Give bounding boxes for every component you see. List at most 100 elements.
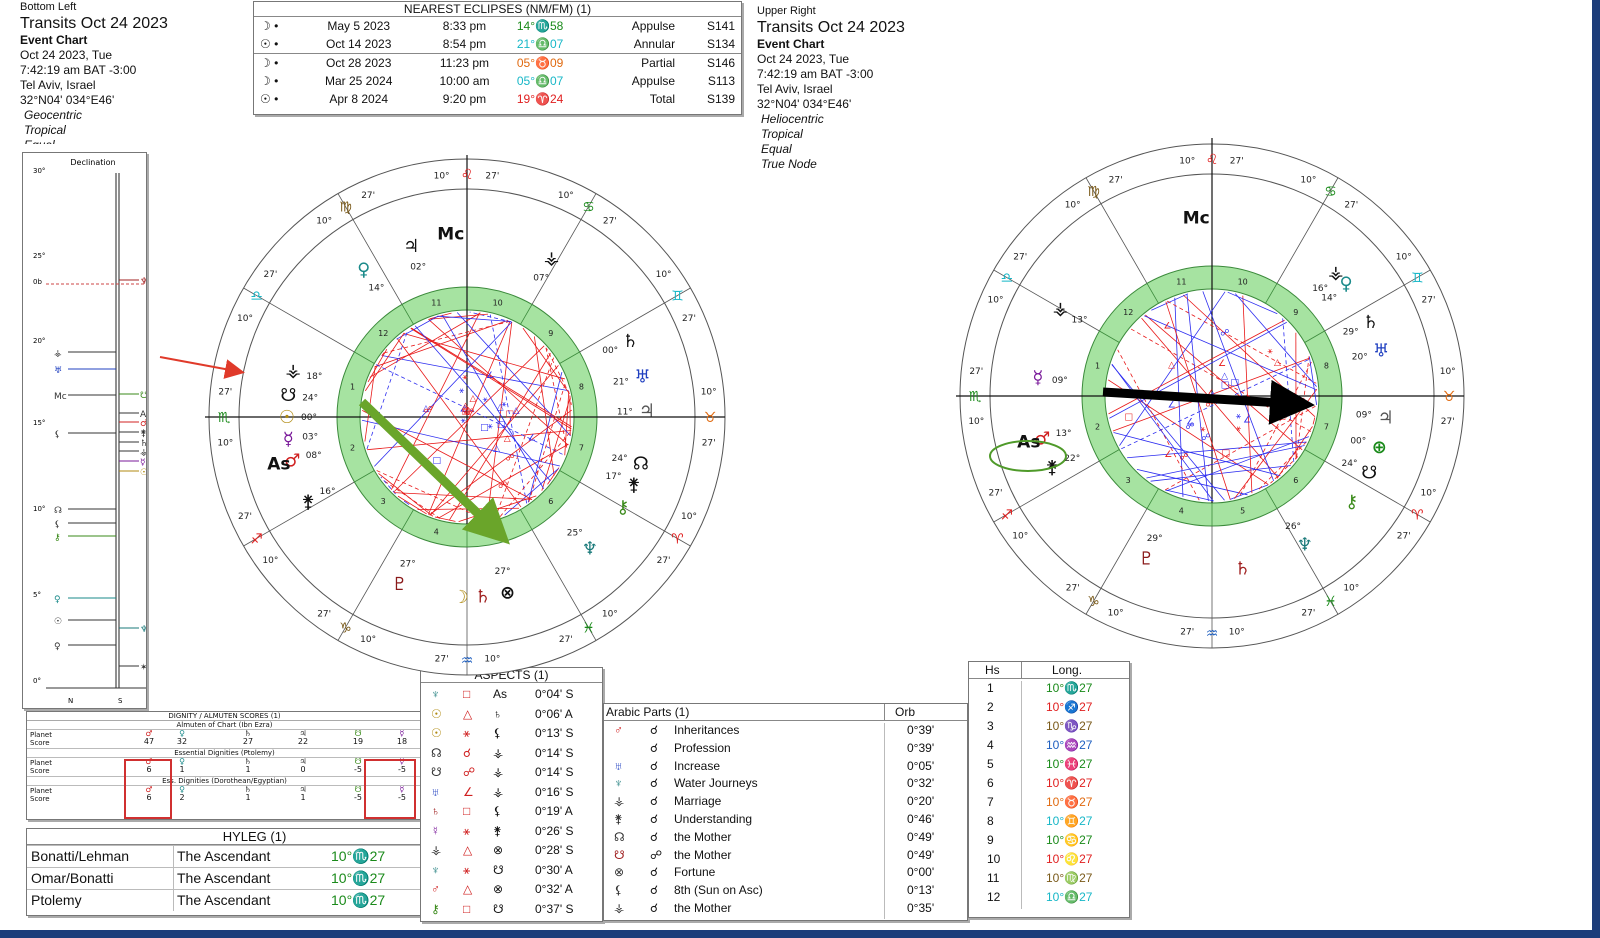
aspect-planet-1-icon: ☿	[431, 823, 440, 838]
saturn-icon: ♄	[1363, 312, 1379, 333]
arabic-part-planet-icon: ⚵	[614, 811, 623, 826]
house-number: 12	[987, 890, 1001, 904]
aspect-planet-1-icon: ⚶	[431, 843, 442, 857]
aspect-orb: 0°32' A	[535, 882, 573, 896]
dignity-label: Planet	[30, 731, 52, 739]
aspect-type-icon: ⚹	[463, 726, 471, 740]
eclipse-time: 10:00 am	[439, 74, 490, 88]
eclipse-saros: S113	[707, 74, 735, 88]
aspect-orb: 0°19' A	[535, 804, 573, 818]
cusp-degree-label: 10°	[360, 635, 376, 645]
eclipse-row: ☽ • Oct 28 2023 11:23 pm 05°♉09 Partial S146	[254, 53, 741, 73]
arabic-part-orb: 0°46'	[907, 811, 935, 826]
declination-planet-icon: ♆	[140, 277, 146, 287]
dignity-title: DIGNITY / ALMUTEN SCORES (1)	[27, 712, 422, 721]
eclipses-table: ☽ • May 5 2023 8:33 pm 14°♏58 Appulse S141 ☉ •…	[254, 17, 741, 108]
planet-degree-label: 26°	[1285, 522, 1301, 532]
aspect-type-icon: ☍	[463, 765, 476, 779]
chiron-icon: ⚷	[616, 497, 629, 518]
uranus-icon: ♅	[634, 367, 650, 388]
aspect-row: ♆ ⚹ ☋ 0°30' A	[421, 863, 602, 883]
cusp-minute-label: 27'	[317, 610, 331, 620]
declination-south-label: S	[118, 697, 123, 705]
cusp-minute-label: 27'	[1180, 628, 1194, 638]
house-number-label: 5	[1240, 506, 1245, 515]
houses-rows: 1 10°♏27 2 10°♐27 3 10°♑27 4 10°♒27 5 10°♓27 6 10°♈…	[969, 679, 1129, 909]
ascendant-label: As	[267, 454, 290, 474]
house-longitude: 10°♐27	[1046, 700, 1093, 714]
arabic-parts-panel: Arabic Parts (1) Orb ♂ ☌ Inheritances 0°39'…	[603, 703, 968, 921]
house-number-label: 12	[378, 329, 388, 338]
declination-planet-icon: ♂	[140, 419, 146, 429]
right-header-flag: Heliocentric	[761, 112, 824, 126]
house-number: 10	[987, 852, 1001, 866]
right-header-date: Oct 24 2023, Tue	[757, 52, 850, 66]
cusp-degree-label: 10°	[484, 655, 500, 665]
dignity-score: 27	[242, 737, 254, 746]
cusp-minute-label: 27'	[1230, 156, 1244, 166]
aspect-orb: 0°26' S	[535, 823, 574, 838]
house-number-label: 4	[1179, 506, 1184, 515]
aspect-planet-2-icon: ⚸	[493, 726, 502, 740]
declination-planet-icon: ☉	[140, 468, 146, 478]
aspect-row: ♄ □ ⚸ 0°19' A	[421, 804, 602, 824]
window-frame-bottom	[0, 930, 1600, 938]
arabic-part-orb: 0°32'	[907, 776, 935, 791]
declination-tick: 15°	[33, 419, 45, 427]
planet-degree-label: 07°	[533, 273, 549, 283]
arabic-part-row: ⚶ ☌ Marriage 0°20'	[604, 794, 967, 813]
house-number-label: 5	[495, 527, 500, 536]
earth-icon: ⊕	[1372, 437, 1387, 458]
aspect-planet-1-icon: ♅	[431, 784, 440, 799]
dignity-score: 18	[396, 737, 408, 746]
planet-degree-label: 24°	[1342, 459, 1358, 469]
house-number-label: 7	[1324, 423, 1329, 432]
cusp-degree-label: 10°	[237, 314, 253, 324]
aspect-glyph-icon: ☍	[1185, 422, 1194, 432]
right-header-type: Event Chart	[757, 37, 825, 51]
declination-tick: 25°	[33, 252, 45, 260]
planet-degree-label: 17°	[606, 472, 622, 482]
aspect-glyph-icon: □	[480, 423, 489, 433]
house-number-label: 2	[350, 444, 355, 453]
cusp-degree-label: 10°	[1229, 628, 1245, 638]
arabic-part-planet-icon: ☋	[614, 847, 625, 862]
aspect-planet-2-icon: ⚶	[493, 784, 504, 799]
aspect-glyph-icon: △	[462, 402, 469, 412]
hyleg-position: 10°♏27	[331, 892, 386, 908]
aspect-type-icon: □	[463, 687, 471, 701]
aspect-row: ⚶ △ ⊗ 0°28' S	[421, 843, 602, 863]
eclipse-saros: S146	[706, 56, 735, 70]
zodiac-sign-icon: ♋	[1324, 184, 1337, 200]
aspect-orb: 0°04' S	[535, 687, 574, 701]
cusp-minute-label: 27'	[361, 191, 375, 201]
aspect-glyph-icon: ∠	[1164, 450, 1172, 460]
aspect-glyph-icon: ∠	[1243, 416, 1251, 426]
cusp-degree-label: 10°	[1421, 488, 1437, 498]
declination-planet-icon: ✶	[140, 663, 146, 673]
planet-degree-label: 27°	[400, 559, 416, 569]
eclipse-position: 19°♈24	[516, 92, 564, 106]
left-chart-header: Bottom Left Transits Oct 24 2023 Event C…	[20, 0, 220, 144]
aspect-row: ☉ △ ♄ 0°06' A	[421, 707, 602, 727]
juno-icon: ⚵	[1046, 457, 1059, 478]
house-number: 8	[987, 814, 994, 828]
aspect-glyph-icon: ⚹	[1236, 424, 1242, 434]
house-number: 4	[987, 738, 994, 752]
juno-icon: ⚵	[627, 474, 640, 495]
cusp-minute-label: 27'	[1013, 253, 1027, 263]
aspect-glyph-icon: ∠	[1168, 400, 1176, 410]
eclipse-time: 8:54 pm	[442, 37, 487, 51]
declination-tick: 30°	[33, 167, 45, 175]
declination-graph: Declination 30° 25° 0b 20° 15° 10° 5° 0°…	[33, 158, 151, 705]
house-number: 2	[987, 700, 994, 714]
aspect-glyph-icon: ⚹	[483, 395, 489, 405]
eclipse-saros: S134	[706, 37, 735, 51]
planet-degree-label: 27°	[495, 567, 511, 577]
highlight-box-mars	[124, 759, 172, 819]
zodiac-sign-icon: ♊	[671, 289, 684, 305]
house-longitude: 10°♍27	[1046, 871, 1093, 885]
cusp-minute-label: 27'	[989, 488, 1003, 498]
aspect-orb: 0°28' S	[535, 843, 574, 857]
aspect-planet-1-icon: ♆	[431, 687, 440, 701]
